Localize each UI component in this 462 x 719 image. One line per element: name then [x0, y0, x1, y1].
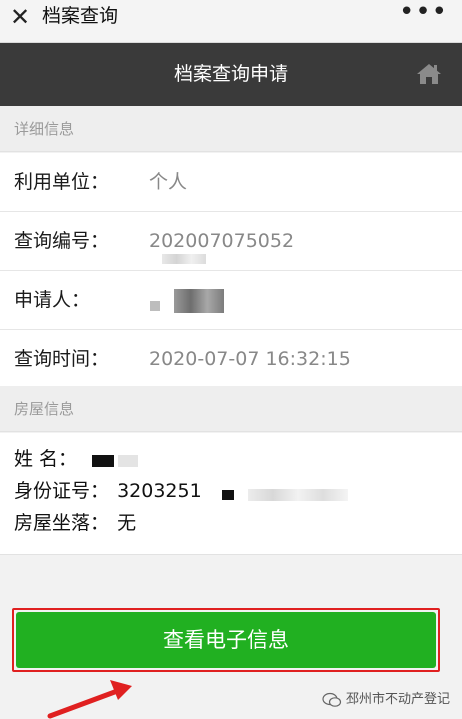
page-header: 档案查询申请: [0, 43, 462, 106]
red-arrow-icon: [47, 680, 132, 719]
detail-card: 利用单位： 个人 查询编号： 202007075052 申请人： 查询时间： 2…: [0, 153, 462, 388]
redaction-blur: [92, 455, 114, 467]
house-section-header: 房屋信息: [0, 386, 462, 432]
redaction-blur: [222, 490, 234, 500]
redaction-blur: [150, 301, 160, 311]
id-label: 身份证号：: [14, 480, 110, 502]
watermark-text: 邳州市不动产登记: [345, 692, 450, 707]
more-icon[interactable]: •••: [399, 0, 448, 30]
wechat-icon: [322, 692, 342, 707]
top-bar: ✕ 档案查询 •••: [0, 0, 462, 43]
redaction-blur: [174, 289, 224, 313]
unit-label: 利用单位：: [14, 171, 110, 193]
window-title: 档案查询: [42, 5, 119, 27]
detail-section-header: 详细信息: [0, 106, 462, 152]
redaction-blur: [248, 489, 348, 501]
house-location-line: 房屋坐落： 无: [0, 507, 462, 539]
house-id-line: 身份证号： 3203251: [0, 475, 462, 507]
location-value: 无: [117, 512, 137, 534]
view-electronic-info-button[interactable]: 查看电子信息: [16, 612, 436, 668]
query-number-label: 查询编号：: [14, 230, 110, 252]
house-card: 姓 名： 身份证号： 3203251 房屋坐落： 无: [0, 433, 462, 555]
button-highlight-frame: 查看电子信息: [12, 608, 440, 672]
row-applicant: 申请人：: [0, 271, 462, 330]
row-query-time: 查询时间： 2020-07-07 16:32:15: [0, 330, 462, 388]
location-label: 房屋坐落：: [14, 512, 110, 534]
name-label: 姓 名：: [14, 448, 78, 470]
redaction-blur: [118, 455, 138, 467]
id-value: 3203251: [117, 480, 202, 502]
row-unit: 利用单位： 个人: [0, 153, 462, 212]
watermark: 邳州市不动产登记: [322, 688, 450, 712]
applicant-label: 申请人：: [14, 289, 91, 311]
close-icon[interactable]: ✕: [6, 2, 34, 32]
redaction-blur: [162, 254, 206, 264]
query-time-label: 查询时间：: [14, 348, 110, 370]
home-icon[interactable]: [416, 62, 442, 86]
query-time-value: 2020-07-07 16:32:15: [149, 348, 351, 370]
house-name-line: 姓 名：: [0, 443, 462, 475]
page-title: 档案查询申请: [173, 63, 288, 85]
row-query-number: 查询编号： 202007075052: [0, 212, 462, 271]
unit-value: 个人: [149, 171, 188, 193]
